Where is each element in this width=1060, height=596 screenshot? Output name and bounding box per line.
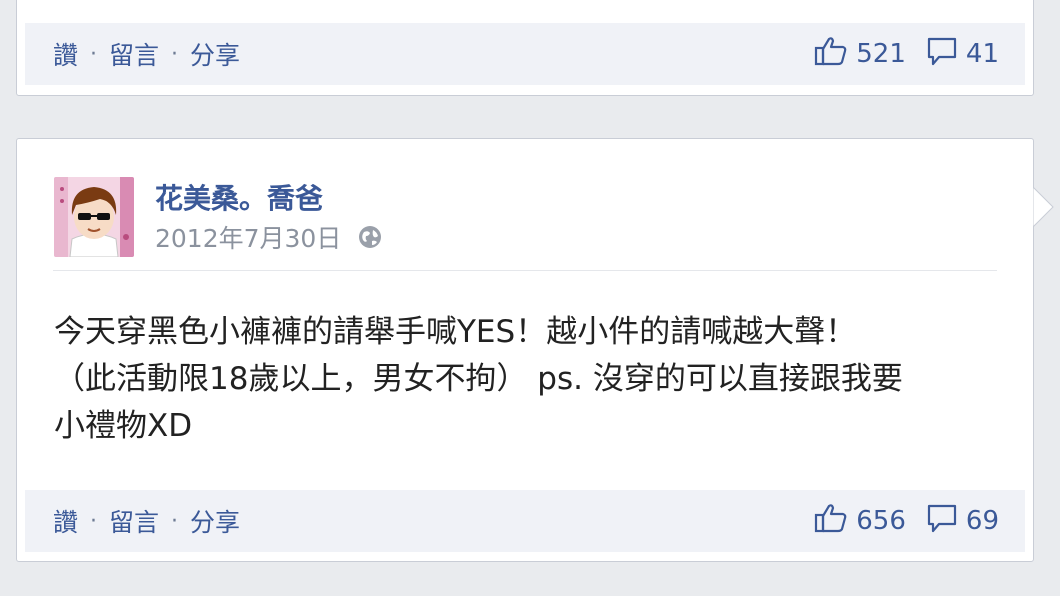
divider bbox=[53, 270, 997, 271]
comment-count[interactable]: 41 bbox=[966, 39, 999, 69]
like-link[interactable]: 讚 bbox=[53, 36, 78, 72]
engagement-counts: 521 41 bbox=[814, 35, 999, 74]
like-count[interactable]: 521 bbox=[856, 39, 906, 69]
post-card-previous: 讚 · 留言 · 分享 521 41 bbox=[16, 0, 1034, 96]
separator-dot: · bbox=[171, 41, 179, 67]
thumbs-up-icon[interactable] bbox=[814, 35, 848, 74]
avatar[interactable] bbox=[54, 177, 134, 257]
share-link[interactable]: 分享 bbox=[190, 36, 240, 72]
post-action-bar: 讚 · 留言 · 分享 656 69 bbox=[25, 490, 1025, 552]
post-actions: 讚 · 留言 · 分享 bbox=[53, 36, 240, 72]
post-text-line: （此活動限18歲以上，男女不拘） ps. 沒穿的可以直接跟我要 bbox=[54, 361, 903, 397]
like-count[interactable]: 656 bbox=[856, 506, 906, 536]
post-meta: 2012年7月30日 bbox=[155, 219, 383, 255]
thumbs-up-icon[interactable] bbox=[814, 502, 848, 541]
post-card: 花美桑。喬爸 2012年7月30日 今天穿黑色小褲褲的請舉手喊YES！越小件的請… bbox=[16, 138, 1054, 562]
comment-bubble-icon[interactable] bbox=[926, 35, 958, 74]
separator-dot: · bbox=[90, 41, 98, 67]
engagement-counts: 656 69 bbox=[814, 502, 999, 541]
post-body: 今天穿黑色小褲褲的請舉手喊YES！越小件的請喊越大聲！ （此活動限18歲以上，男… bbox=[54, 309, 1014, 450]
post-actions: 讚 · 留言 · 分享 bbox=[53, 503, 240, 539]
comment-bubble-icon[interactable] bbox=[926, 502, 958, 541]
comment-link[interactable]: 留言 bbox=[109, 503, 159, 539]
comment-count[interactable]: 69 bbox=[966, 506, 999, 536]
author-name[interactable]: 花美桑。喬爸 bbox=[155, 177, 323, 217]
post-text-line: 小禮物XD bbox=[54, 408, 193, 444]
post-text-line: 今天穿黑色小褲褲的請舉手喊YES！越小件的請喊越大聲！ bbox=[54, 314, 857, 350]
comment-link[interactable]: 留言 bbox=[109, 36, 159, 72]
globe-icon[interactable] bbox=[357, 224, 383, 250]
share-link[interactable]: 分享 bbox=[190, 503, 240, 539]
separator-dot: · bbox=[171, 508, 179, 534]
chevron-right-icon bbox=[1032, 185, 1055, 231]
post-date[interactable]: 2012年7月30日 bbox=[155, 219, 341, 255]
separator-dot: · bbox=[90, 508, 98, 534]
like-link[interactable]: 讚 bbox=[53, 503, 78, 539]
post-action-bar: 讚 · 留言 · 分享 521 41 bbox=[25, 23, 1025, 85]
